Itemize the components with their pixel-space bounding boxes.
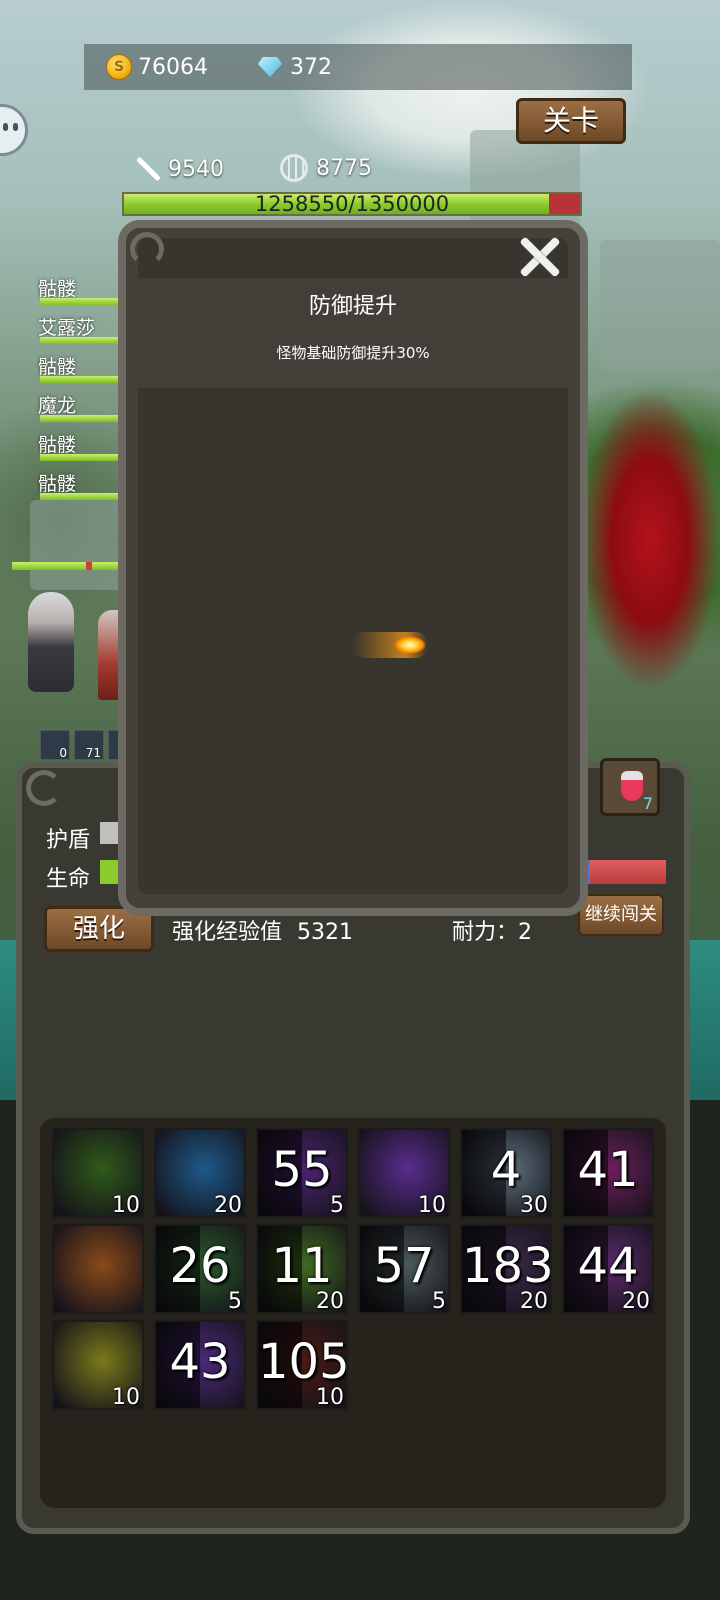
- enemy-hp-bar: [40, 298, 120, 305]
- life-bar: [100, 860, 118, 884]
- boss-hp-bar: 1258550/1350000: [122, 192, 582, 216]
- red-dragon: [580, 380, 720, 700]
- skill-cooldown: 105: [258, 1334, 348, 1390]
- purple-slash-icon[interactable]: 55 5: [256, 1128, 348, 1218]
- green-lightning-icon[interactable]: 11 20: [256, 1224, 348, 1314]
- enemy-hp-bar: [40, 337, 120, 344]
- gold-amount: 76064: [138, 54, 208, 80]
- skill-cooldown: 44: [577, 1238, 639, 1294]
- dialog-ornament: [130, 232, 164, 266]
- skill-level: 20: [520, 1289, 548, 1314]
- hero-hp-bar: [12, 562, 122, 570]
- potion-icon: [621, 771, 643, 801]
- potion-button[interactable]: 7: [600, 758, 660, 816]
- enemy-entry: 骷髅: [38, 352, 120, 383]
- skill-grid: 10 20 55 5 10 4 30 41 26 5 11 20 57 5 183 20 44 20 10 43 105…: [40, 1118, 666, 1508]
- skill-level: 10: [112, 1385, 140, 1410]
- enhance-exp: 强化经验值 5321: [172, 914, 353, 946]
- skill-cooldown: 41: [577, 1142, 639, 1198]
- skill-level: 10: [316, 1385, 344, 1410]
- currency-bar: S 76064 372: [84, 44, 632, 90]
- attack-value: 9540: [168, 156, 224, 182]
- enemy-name: 艾露莎: [38, 317, 96, 339]
- skill-level: 20: [316, 1289, 344, 1314]
- wolf-moon-icon[interactable]: 4 30: [460, 1128, 552, 1218]
- life-bar-end: [586, 860, 666, 884]
- shield-label: 护盾: [46, 828, 91, 853]
- purple-blade-icon[interactable]: 10: [358, 1128, 450, 1218]
- purple-vortex-icon[interactable]: 43: [154, 1320, 246, 1410]
- buff-dialog: 防御提升 怪物基础防御提升30%: [118, 220, 588, 916]
- life-label: 生命: [46, 867, 91, 892]
- enemy-entry: 骷髅: [38, 469, 120, 500]
- sword-icon: [132, 154, 166, 184]
- hero-mage: [28, 592, 74, 692]
- panel-ornament: [26, 770, 62, 806]
- continue-button[interactable]: 继续闯关: [578, 894, 664, 936]
- green-vine-icon[interactable]: 26 5: [154, 1224, 246, 1314]
- defense-value: 8775: [316, 155, 372, 181]
- skill-level: 5: [330, 1193, 344, 1218]
- enhance-exp-value: 5321: [297, 920, 354, 945]
- green-cross-heal-icon[interactable]: 10: [52, 1320, 144, 1410]
- stamina-text: 耐力：2: [452, 920, 532, 945]
- shield-icon: [280, 154, 308, 182]
- skill-cooldown: 183: [462, 1238, 552, 1294]
- close-icon[interactable]: [514, 232, 564, 282]
- enemy-entry: 魔龙: [38, 391, 120, 422]
- skill-level: 10: [112, 1193, 140, 1218]
- potion-count: 7: [642, 794, 653, 813]
- gold-coin-icon: S: [106, 54, 132, 80]
- shield-bar: [100, 822, 118, 844]
- skill-level: 20: [622, 1289, 650, 1314]
- skill-cooldown: 57: [373, 1238, 435, 1294]
- enemy-name: 骷髅: [38, 473, 77, 495]
- enemy-hp-bar: [40, 493, 120, 500]
- gem-amount: 372: [290, 54, 332, 80]
- stage-button[interactable]: 关卡: [516, 98, 626, 144]
- mini-skill: 0: [40, 730, 70, 760]
- green-dragon-icon[interactable]: 10: [52, 1128, 144, 1218]
- fireball: [352, 632, 428, 658]
- skill-cooldown: 4: [490, 1142, 522, 1198]
- enemy-name: 魔龙: [38, 395, 77, 417]
- attack-stat: 9540: [132, 154, 224, 184]
- ruin-wall: [600, 240, 720, 370]
- enemy-name: 骷髅: [38, 278, 77, 300]
- enemy-name: 骷髅: [38, 356, 77, 378]
- enhance-exp-label: 强化经验值: [172, 920, 283, 945]
- skill-cooldown: 11: [271, 1238, 333, 1294]
- boss-hp-text: 1258550/1350000: [254, 192, 450, 216]
- skill-level: 20: [214, 1193, 242, 1218]
- skill-level: 30: [520, 1193, 548, 1218]
- enemy-name: 骷髅: [38, 434, 77, 456]
- enemy-hp-bar: [40, 376, 120, 383]
- dialog-title: 防御提升: [308, 294, 397, 319]
- enemy-entry: 骷髅: [38, 274, 120, 305]
- enemy-hp-bar: [40, 454, 120, 461]
- dark-magenta-icon[interactable]: 41: [562, 1128, 654, 1218]
- dialog-description: 怪物基础防御提升30%: [276, 344, 430, 362]
- enemy-entry: 骷髅: [38, 430, 120, 461]
- skill-cooldown: 55: [271, 1142, 333, 1198]
- water-orb-icon[interactable]: 20: [154, 1128, 246, 1218]
- spell-book-icon[interactable]: [52, 1224, 144, 1314]
- skill-cooldown: 43: [169, 1334, 231, 1390]
- diamond-icon: [258, 57, 282, 77]
- defense-stat: 8775: [280, 154, 372, 182]
- violet-dragon-icon[interactable]: 44 20: [562, 1224, 654, 1314]
- demon-face-icon[interactable]: 105 10: [256, 1320, 348, 1410]
- skill-cooldown: 26: [169, 1238, 231, 1294]
- shadow-warrior-icon[interactable]: 183 20: [460, 1224, 552, 1314]
- mini-skill: 71: [74, 730, 104, 760]
- skill-level: 10: [418, 1193, 446, 1218]
- enemy-entry: 艾露莎: [38, 313, 120, 344]
- enemy-hp-bar: [40, 415, 120, 422]
- skill-level: 5: [228, 1289, 242, 1314]
- skill-level: 5: [432, 1289, 446, 1314]
- stone-knight-icon[interactable]: 57 5: [358, 1224, 450, 1314]
